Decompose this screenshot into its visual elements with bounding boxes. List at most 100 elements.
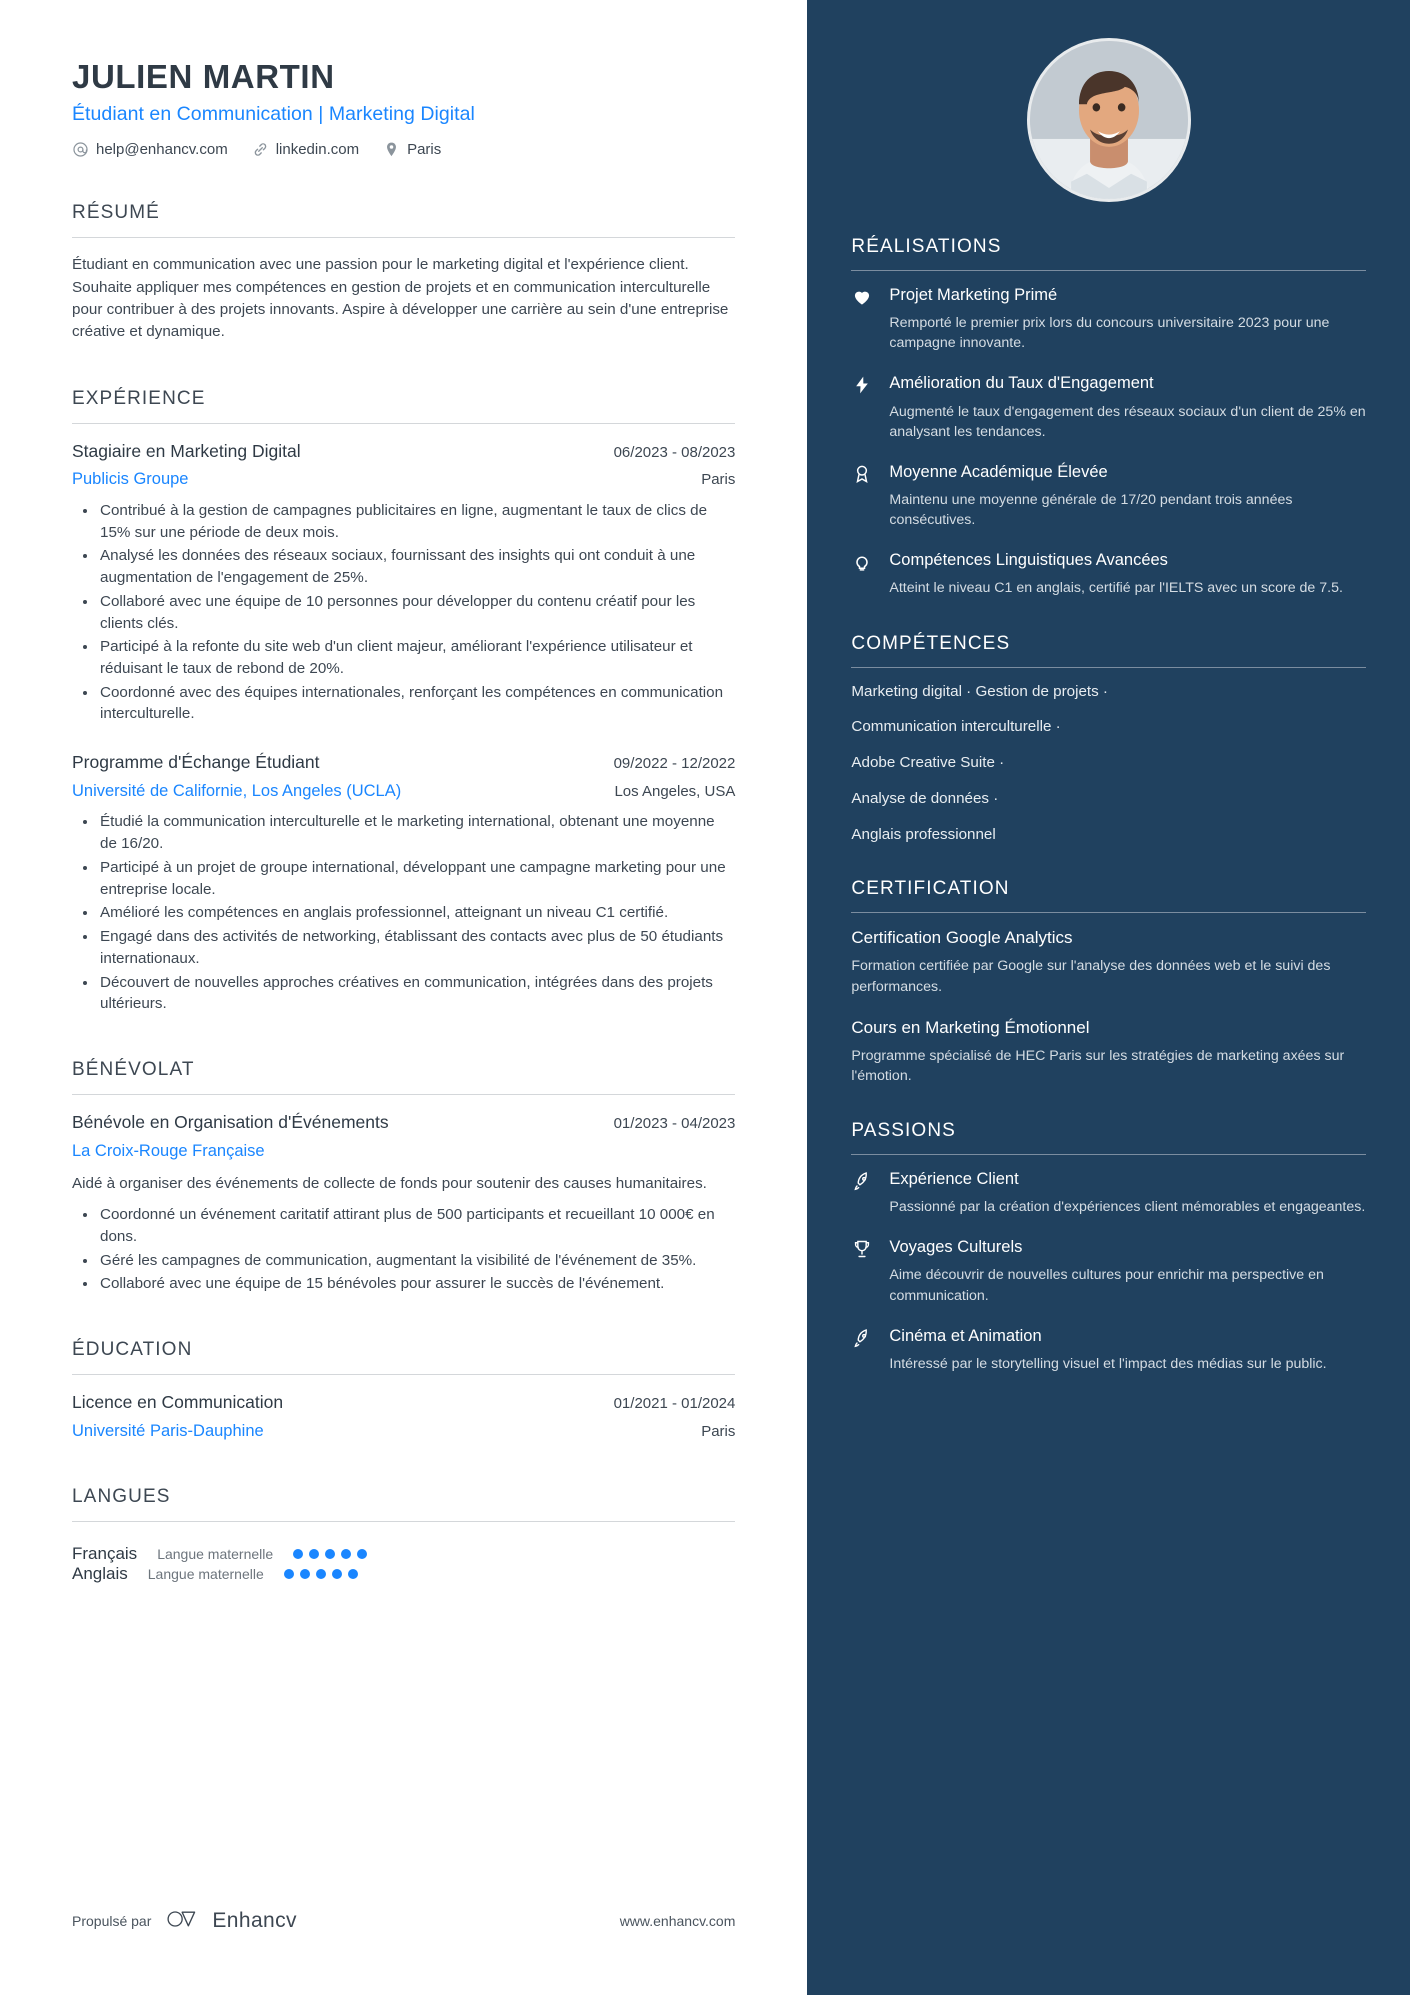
lightbulb-icon — [851, 550, 873, 598]
section-education: ÉDUCATION Licence en Communication 01/20… — [72, 1339, 736, 1442]
passion-item: Voyages Culturels Aime découvrir de nouv… — [851, 1237, 1366, 1305]
language-name: Anglais — [72, 1564, 128, 1584]
enhancv-wordmark: Enhancv — [212, 1908, 297, 1932]
rating-dot — [357, 1549, 368, 1560]
passion-title: Voyages Culturels — [889, 1238, 1023, 1257]
section-title-languages: LANGUES — [72, 1486, 171, 1508]
footer: Propulsé par Enhancv www.enhancv.com — [72, 1908, 735, 1933]
powered-by-label: Propulsé par — [72, 1912, 152, 1929]
list-item: Coordonné un événement caritatif attiran… — [72, 1204, 735, 1247]
entry-date: 09/2022 - 12/2022 — [613, 755, 736, 773]
certification-item: Cours en Marketing Émotionnel Programme … — [851, 1017, 1366, 1086]
section-skills: COMPÉTENCES Marketing digital · Gestion … — [851, 633, 1366, 845]
summary-text: Étudiant en communication avec une passi… — [72, 256, 729, 341]
contact-linkedin-text: linkedin.com — [275, 141, 360, 159]
passion-item: Cinéma et Animation Intéressé par le sto… — [851, 1326, 1366, 1374]
section-passions: PASSIONS Expérience Client Passionné par… — [851, 1120, 1366, 1374]
education-entry: Licence en Communication 01/2021 - 01/20… — [72, 1391, 735, 1442]
section-title-education: ÉDUCATION — [72, 1339, 193, 1361]
sidebar: RÉALISATIONS Projet Marketing Primé Remp… — [807, 0, 1410, 1995]
entry-role: Stagiaire en Marketing Digital — [72, 440, 301, 461]
list-item: Étudié la communication interculturelle … — [72, 811, 735, 854]
section-title-passions: PASSIONS — [851, 1120, 956, 1142]
trophy-icon — [851, 1237, 873, 1305]
entry-organization[interactable]: La Croix-Rouge Française — [72, 1141, 265, 1162]
achievement-description: Atteint le niveau C1 en anglais, certifi… — [889, 580, 1343, 597]
entry-date: 06/2023 - 08/2023 — [613, 443, 736, 461]
section-title-experience: EXPÉRIENCE — [72, 387, 206, 409]
certification-description: Formation certifiée par Google sur l'ana… — [851, 958, 1331, 995]
language-rating-dots — [283, 1569, 358, 1580]
certification-title: Certification Google Analytics — [851, 928, 1073, 948]
headline: Étudiant en Communication | Marketing Di… — [72, 102, 475, 125]
entry-organization[interactable]: Université de Californie, Los Angeles (U… — [72, 781, 401, 802]
rating-dot — [309, 1549, 320, 1560]
list-item: Analysé les données des réseaux sociaux,… — [72, 545, 735, 588]
section-title-summary: RÉSUMÉ — [72, 202, 160, 224]
main-column: JULIEN MARTIN Étudiant en Communication … — [0, 0, 807, 1995]
contact-location: Paris — [383, 141, 441, 158]
language-level: Langue maternelle — [157, 1546, 274, 1563]
passion-item: Expérience Client Passionné par la créat… — [851, 1169, 1366, 1217]
enhancv-logo[interactable]: Enhancv — [167, 1908, 297, 1933]
heart-icon — [851, 285, 873, 353]
rocket-icon — [851, 1326, 873, 1374]
section-title-certification: CERTIFICATION — [851, 878, 1010, 900]
language-level: Langue maternelle — [147, 1566, 264, 1583]
rating-dot — [341, 1549, 352, 1560]
enhancv-mark-icon — [167, 1908, 201, 1933]
list-item: Coordonné avec des équipes international… — [72, 682, 735, 725]
achievement-item: Compétences Linguistiques Avancées Attei… — [851, 550, 1366, 598]
entry-degree: Licence en Communication — [72, 1392, 284, 1413]
passion-description: Intéressé par le storytelling visuel et … — [889, 1355, 1327, 1372]
list-item: Découvert de nouvelles approches créativ… — [72, 972, 735, 1015]
footer-website[interactable]: www.enhancv.com — [620, 1913, 736, 1929]
section-languages: LANGUES Français Langue maternelle Angla… — [72, 1486, 736, 1584]
contact-row: help@enhancv.com linkedin.com Paris — [72, 141, 735, 158]
location-pin-icon — [383, 141, 400, 158]
achievement-item: Projet Marketing Primé Remporté le premi… — [851, 285, 1366, 353]
languages-row: Français Langue maternelle Anglais Langu — [72, 1538, 735, 1584]
language-name: Français — [72, 1544, 138, 1564]
rating-dot — [325, 1549, 336, 1560]
rating-dot — [315, 1569, 326, 1580]
section-volunteering: BÉNÉVOLAT Bénévole en Organisation d'Évé… — [72, 1058, 736, 1295]
avatar — [1026, 38, 1191, 202]
entry-description: Aidé à organiser des événements de colle… — [72, 1175, 707, 1193]
entry-organization[interactable]: Publicis Groupe — [72, 469, 188, 490]
language-item: Français Langue maternelle — [72, 1544, 368, 1564]
entry-bullets: Coordonné un événement caritatif attiran… — [72, 1204, 735, 1295]
contact-email[interactable]: help@enhancv.com — [72, 141, 228, 158]
section-achievements: RÉALISATIONS Projet Marketing Primé Remp… — [851, 236, 1366, 599]
section-title-skills: COMPÉTENCES — [851, 632, 1011, 654]
entry-school[interactable]: Université Paris-Dauphine — [72, 1421, 264, 1442]
skill-line: Communication interculturelle · — [851, 718, 1061, 736]
list-item: Participé à la refonte du site web d'un … — [72, 636, 735, 679]
entry-date: 01/2023 - 04/2023 — [613, 1114, 736, 1132]
contact-email-text: help@enhancv.com — [96, 141, 228, 159]
list-item: Collaboré avec une équipe de 15 bénévole… — [72, 1273, 735, 1295]
skill-line: Anglais professionnel — [851, 825, 996, 843]
list-item: Engagé dans des activités de networking,… — [72, 926, 735, 969]
entry-bullets: Contribué à la gestion de campagnes publ… — [72, 500, 735, 725]
section-experience: EXPÉRIENCE Stagiaire en Marketing Digita… — [72, 387, 736, 1015]
rocket-icon — [851, 1169, 873, 1217]
entry-role: Programme d'Échange Étudiant — [72, 752, 320, 773]
section-certification: CERTIFICATION Certification Google Analy… — [851, 878, 1366, 1086]
contact-linkedin[interactable]: linkedin.com — [252, 141, 359, 158]
rating-dot — [347, 1569, 358, 1580]
experience-entry: Stagiaire en Marketing Digital 06/2023 -… — [72, 440, 735, 726]
section-title-volunteering: BÉNÉVOLAT — [72, 1058, 195, 1080]
section-title-achievements: RÉALISATIONS — [851, 236, 1002, 257]
skill-line: Analyse de données · — [851, 789, 999, 807]
passion-description: Aime découvrir de nouvelles cultures pou… — [889, 1267, 1324, 1304]
entry-role: Bénévole en Organisation d'Événements — [72, 1111, 389, 1132]
list-item: Participé à un projet de groupe internat… — [72, 857, 735, 900]
experience-entry: Programme d'Échange Étudiant 09/2022 - 1… — [72, 751, 735, 1015]
achievement-description: Remporté le premier prix lors du concour… — [889, 315, 1330, 352]
achievement-title: Compétences Linguistiques Avancées — [889, 551, 1168, 570]
portrait-photo-icon — [1029, 41, 1188, 199]
list-item: Amélioré les compétences en anglais prof… — [72, 902, 735, 924]
passion-title: Expérience Client — [889, 1170, 1019, 1189]
language-rating-dots — [293, 1549, 368, 1560]
